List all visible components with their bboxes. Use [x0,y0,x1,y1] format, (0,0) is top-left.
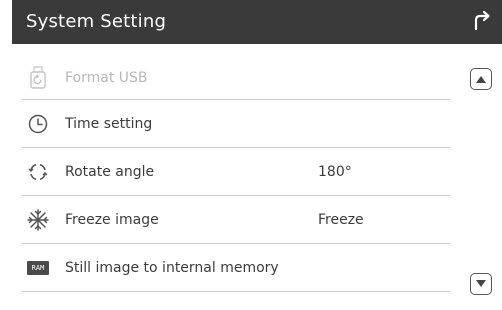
menu-item-label: Time setting [65,115,153,132]
snowflake-icon [26,208,50,232]
menu-item-label: Format USB [65,69,148,86]
menu-item-label: Freeze image [65,211,159,228]
title-bar: System Setting [12,0,502,44]
clock-icon [26,112,50,136]
menu-item-time-setting[interactable]: Time setting [22,100,450,148]
usb-format-icon [26,65,50,90]
ram-chip-label: RAM [27,260,49,275]
rotate-angle-value: 180° [318,163,352,180]
ram-icon: RAM [26,256,50,280]
menu-item-label: Still image to internal memory [65,259,279,276]
rotate-icon [26,160,50,184]
triangle-up-icon [476,76,486,83]
menu-item-rotate-angle[interactable]: Rotate angle 180° [22,148,450,196]
menu-item-freeze-image[interactable]: Freeze image Freeze [22,196,450,244]
menu-item-format-usb[interactable]: Format USB [22,56,450,100]
menu-item-still-image-memory[interactable]: RAM Still image to internal memory [22,244,450,292]
scroll-up-button[interactable] [470,68,492,90]
menu-item-label: Rotate angle [65,163,155,180]
freeze-image-value: Freeze [318,211,364,228]
back-arrow-icon[interactable] [470,9,494,33]
triangle-down-icon [476,280,486,287]
settings-list: Format USB Time setting Rotate angle 180… [22,56,450,292]
scroll-down-button[interactable] [470,273,492,295]
page-title: System Setting [26,11,167,32]
left-margin [0,0,12,310]
